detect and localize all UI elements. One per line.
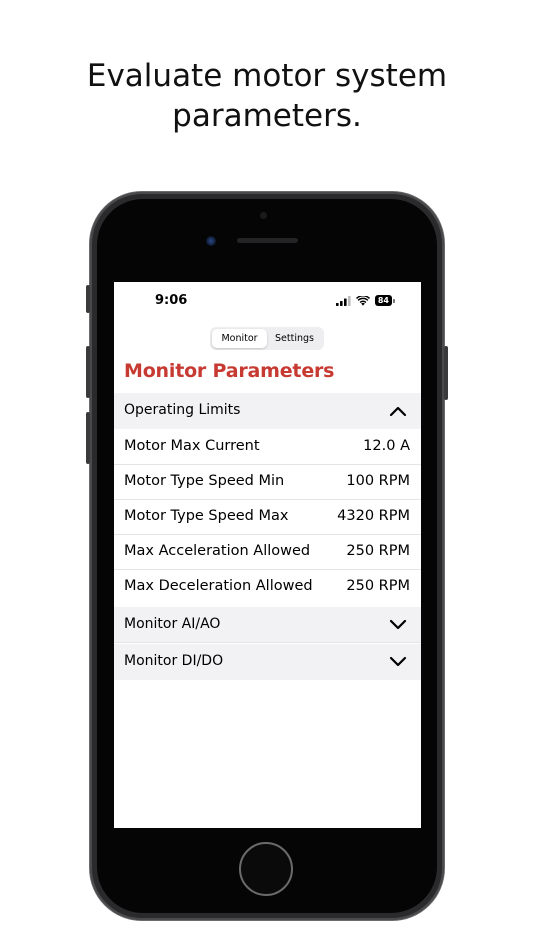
view-segmented-control: Monitor Settings <box>210 327 324 350</box>
section-label: Operating Limits <box>124 402 241 418</box>
table-row-motor-max-current: Motor Max Current 12.0 A <box>114 430 421 465</box>
status-bar: 9:06 84 <box>114 282 421 320</box>
volume-up-button <box>86 346 90 398</box>
row-value: 12.0 A <box>363 438 410 454</box>
tab-settings[interactable]: Settings <box>267 329 322 348</box>
row-label: Max Acceleration Allowed <box>124 543 311 559</box>
signal-icon <box>335 295 351 306</box>
chevron-down-icon <box>389 656 407 667</box>
headline-line-2: parameters. <box>172 98 362 134</box>
status-time: 9:06 <box>155 293 188 308</box>
front-camera <box>260 212 267 219</box>
table-row-max-acceleration: Max Acceleration Allowed 250 RPM <box>114 535 421 570</box>
battery-level: 84 <box>374 295 392 306</box>
home-button[interactable] <box>239 842 293 896</box>
table-row-motor-type-speed-max: Motor Type Speed Max 4320 RPM <box>114 500 421 535</box>
section-header-operating-limits[interactable]: Operating Limits <box>114 393 421 429</box>
section-label: Monitor AI/AO <box>124 616 221 632</box>
row-value: 250 RPM <box>346 578 410 594</box>
section-label: Monitor DI/DO <box>124 653 224 669</box>
table-row-max-deceleration: Max Deceleration Allowed 250 RPM <box>114 570 421 605</box>
table-row-motor-type-speed-min: Motor Type Speed Min 100 RPM <box>114 465 421 500</box>
wifi-icon <box>355 295 370 306</box>
row-value: 250 RPM <box>346 543 410 559</box>
earpiece-speaker <box>237 238 298 243</box>
row-label: Motor Max Current <box>124 438 260 454</box>
row-label: Motor Type Speed Min <box>124 473 285 489</box>
battery-icon: 84 <box>374 295 395 306</box>
row-value: 100 RPM <box>346 473 410 489</box>
section-header-monitor-di-do[interactable]: Monitor DI/DO <box>114 644 421 680</box>
headline-line-1: Evaluate motor system <box>86 58 448 94</box>
app-screen: 9:06 84 Monitor Settings Monitor Paramet… <box>114 282 421 828</box>
mute-switch <box>86 285 90 313</box>
volume-down-button <box>86 412 90 464</box>
proximity-sensor <box>206 236 216 246</box>
power-button <box>444 346 448 400</box>
page-title: Monitor Parameters <box>124 360 335 382</box>
chevron-up-icon <box>389 406 407 417</box>
status-icons: 84 <box>335 295 395 306</box>
chevron-down-icon <box>389 619 407 630</box>
row-value: 4320 RPM <box>337 508 410 524</box>
tab-monitor[interactable]: Monitor <box>212 329 267 348</box>
row-label: Motor Type Speed Max <box>124 508 289 524</box>
marketing-headline: Evaluate motor system parameters. <box>0 56 534 136</box>
row-label: Max Deceleration Allowed <box>124 578 313 594</box>
section-header-monitor-ai-ao[interactable]: Monitor AI/AO <box>114 607 421 643</box>
battery-tip <box>393 298 395 303</box>
